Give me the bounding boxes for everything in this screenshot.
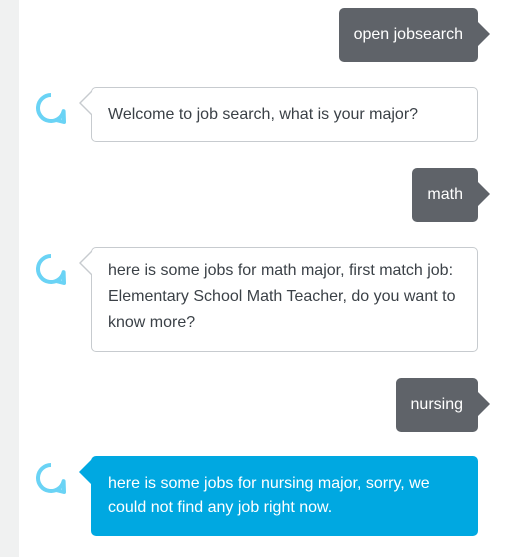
- alexa-message: Welcome to job search, what is your majo…: [79, 87, 478, 142]
- chat-transcript: open jobsearch Welcome to job search, wh…: [19, 0, 509, 557]
- user-message: math: [412, 168, 490, 222]
- alexa-message-active: here is some jobs for nursing major, sor…: [79, 456, 478, 536]
- alexa-ring-icon: [36, 463, 66, 494]
- user-message: open jobsearch: [338, 8, 491, 62]
- alexa-ring-icon: [36, 93, 66, 124]
- left-rail: [0, 0, 19, 557]
- alexa-message: here is some jobs for math major, first …: [79, 247, 478, 352]
- user-message: nursing: [395, 378, 491, 432]
- alexa-ring-icon: [36, 254, 66, 285]
